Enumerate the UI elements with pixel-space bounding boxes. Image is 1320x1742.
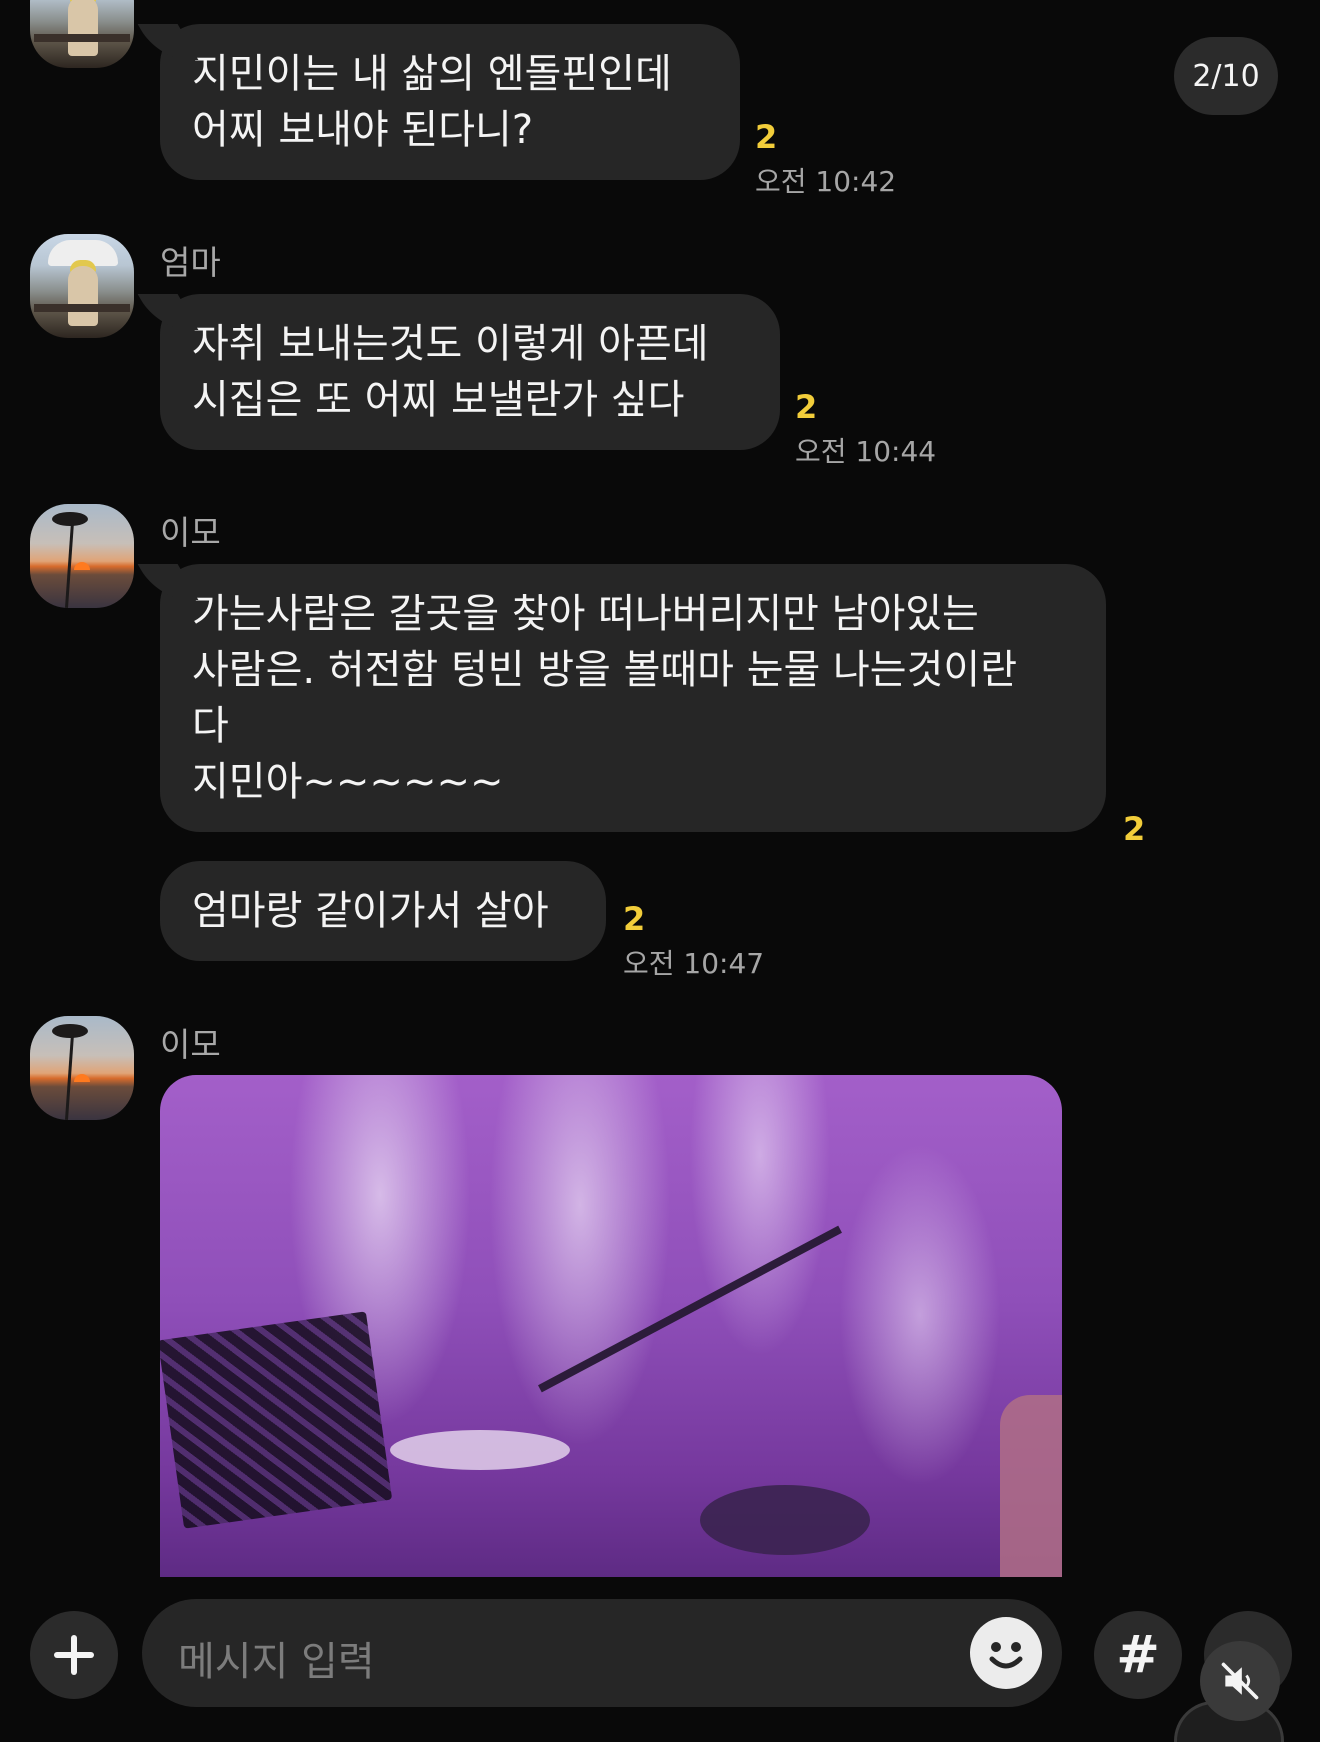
unread-count: 2 — [623, 900, 646, 938]
hash-icon: # — [1116, 1625, 1160, 1685]
drum — [700, 1485, 870, 1555]
plus-icon — [54, 1635, 94, 1675]
message-bubble[interactable]: 엄마랑 같이가서 살아 — [160, 861, 606, 961]
performer — [1000, 1395, 1062, 1577]
mute-button[interactable] — [1200, 1641, 1280, 1721]
input-bar: 메시지 입력 # — [0, 1585, 1320, 1742]
avatar-mom[interactable] — [30, 234, 134, 338]
message-bubble[interactable]: 가는사람은 갈곳을 찾아 떠나버리지만 남아있는 사람은. 허전함 텅빈 방을 … — [160, 564, 1106, 832]
unread-count: 2 — [755, 118, 778, 156]
unread-count: 2 — [1123, 810, 1146, 848]
attach-button[interactable] — [30, 1611, 118, 1699]
message-time: 오전 10:42 — [755, 165, 897, 198]
emoji-icon — [989, 1642, 1023, 1669]
photo-message[interactable] — [160, 1075, 1062, 1577]
sender-name: 엄마 — [160, 243, 221, 282]
message-time: 오전 10:44 — [795, 435, 937, 468]
message-input[interactable]: 메시지 입력 — [142, 1599, 1062, 1707]
cymbal — [390, 1430, 570, 1470]
avatar-aunt[interactable] — [30, 504, 134, 608]
message-time: 오전 10:47 — [623, 947, 765, 980]
sender-name: 이모 — [160, 513, 221, 552]
avatar-mom[interactable] — [30, 0, 134, 68]
unread-count: 2 — [795, 388, 818, 426]
avatar-aunt[interactable] — [30, 1016, 134, 1120]
message-bubble[interactable]: 지민이는 내 삶의 엔돌핀인데 어찌 보내야 된다니? — [160, 24, 740, 180]
page-counter[interactable]: 2/10 — [1174, 37, 1278, 115]
mute-icon — [1221, 1662, 1259, 1700]
message-placeholder: 메시지 입력 — [178, 1639, 375, 1685]
emoji-button[interactable] — [970, 1617, 1042, 1689]
sender-name: 이모 — [160, 1025, 221, 1064]
music-stand — [160, 1311, 393, 1529]
message-bubble[interactable]: 자취 보내는것도 이렇게 아픈데 시집은 또 어찌 보낼란가 싶다 — [160, 294, 780, 450]
mic-stand — [538, 1225, 842, 1393]
hashtag-button[interactable]: # — [1094, 1611, 1182, 1699]
